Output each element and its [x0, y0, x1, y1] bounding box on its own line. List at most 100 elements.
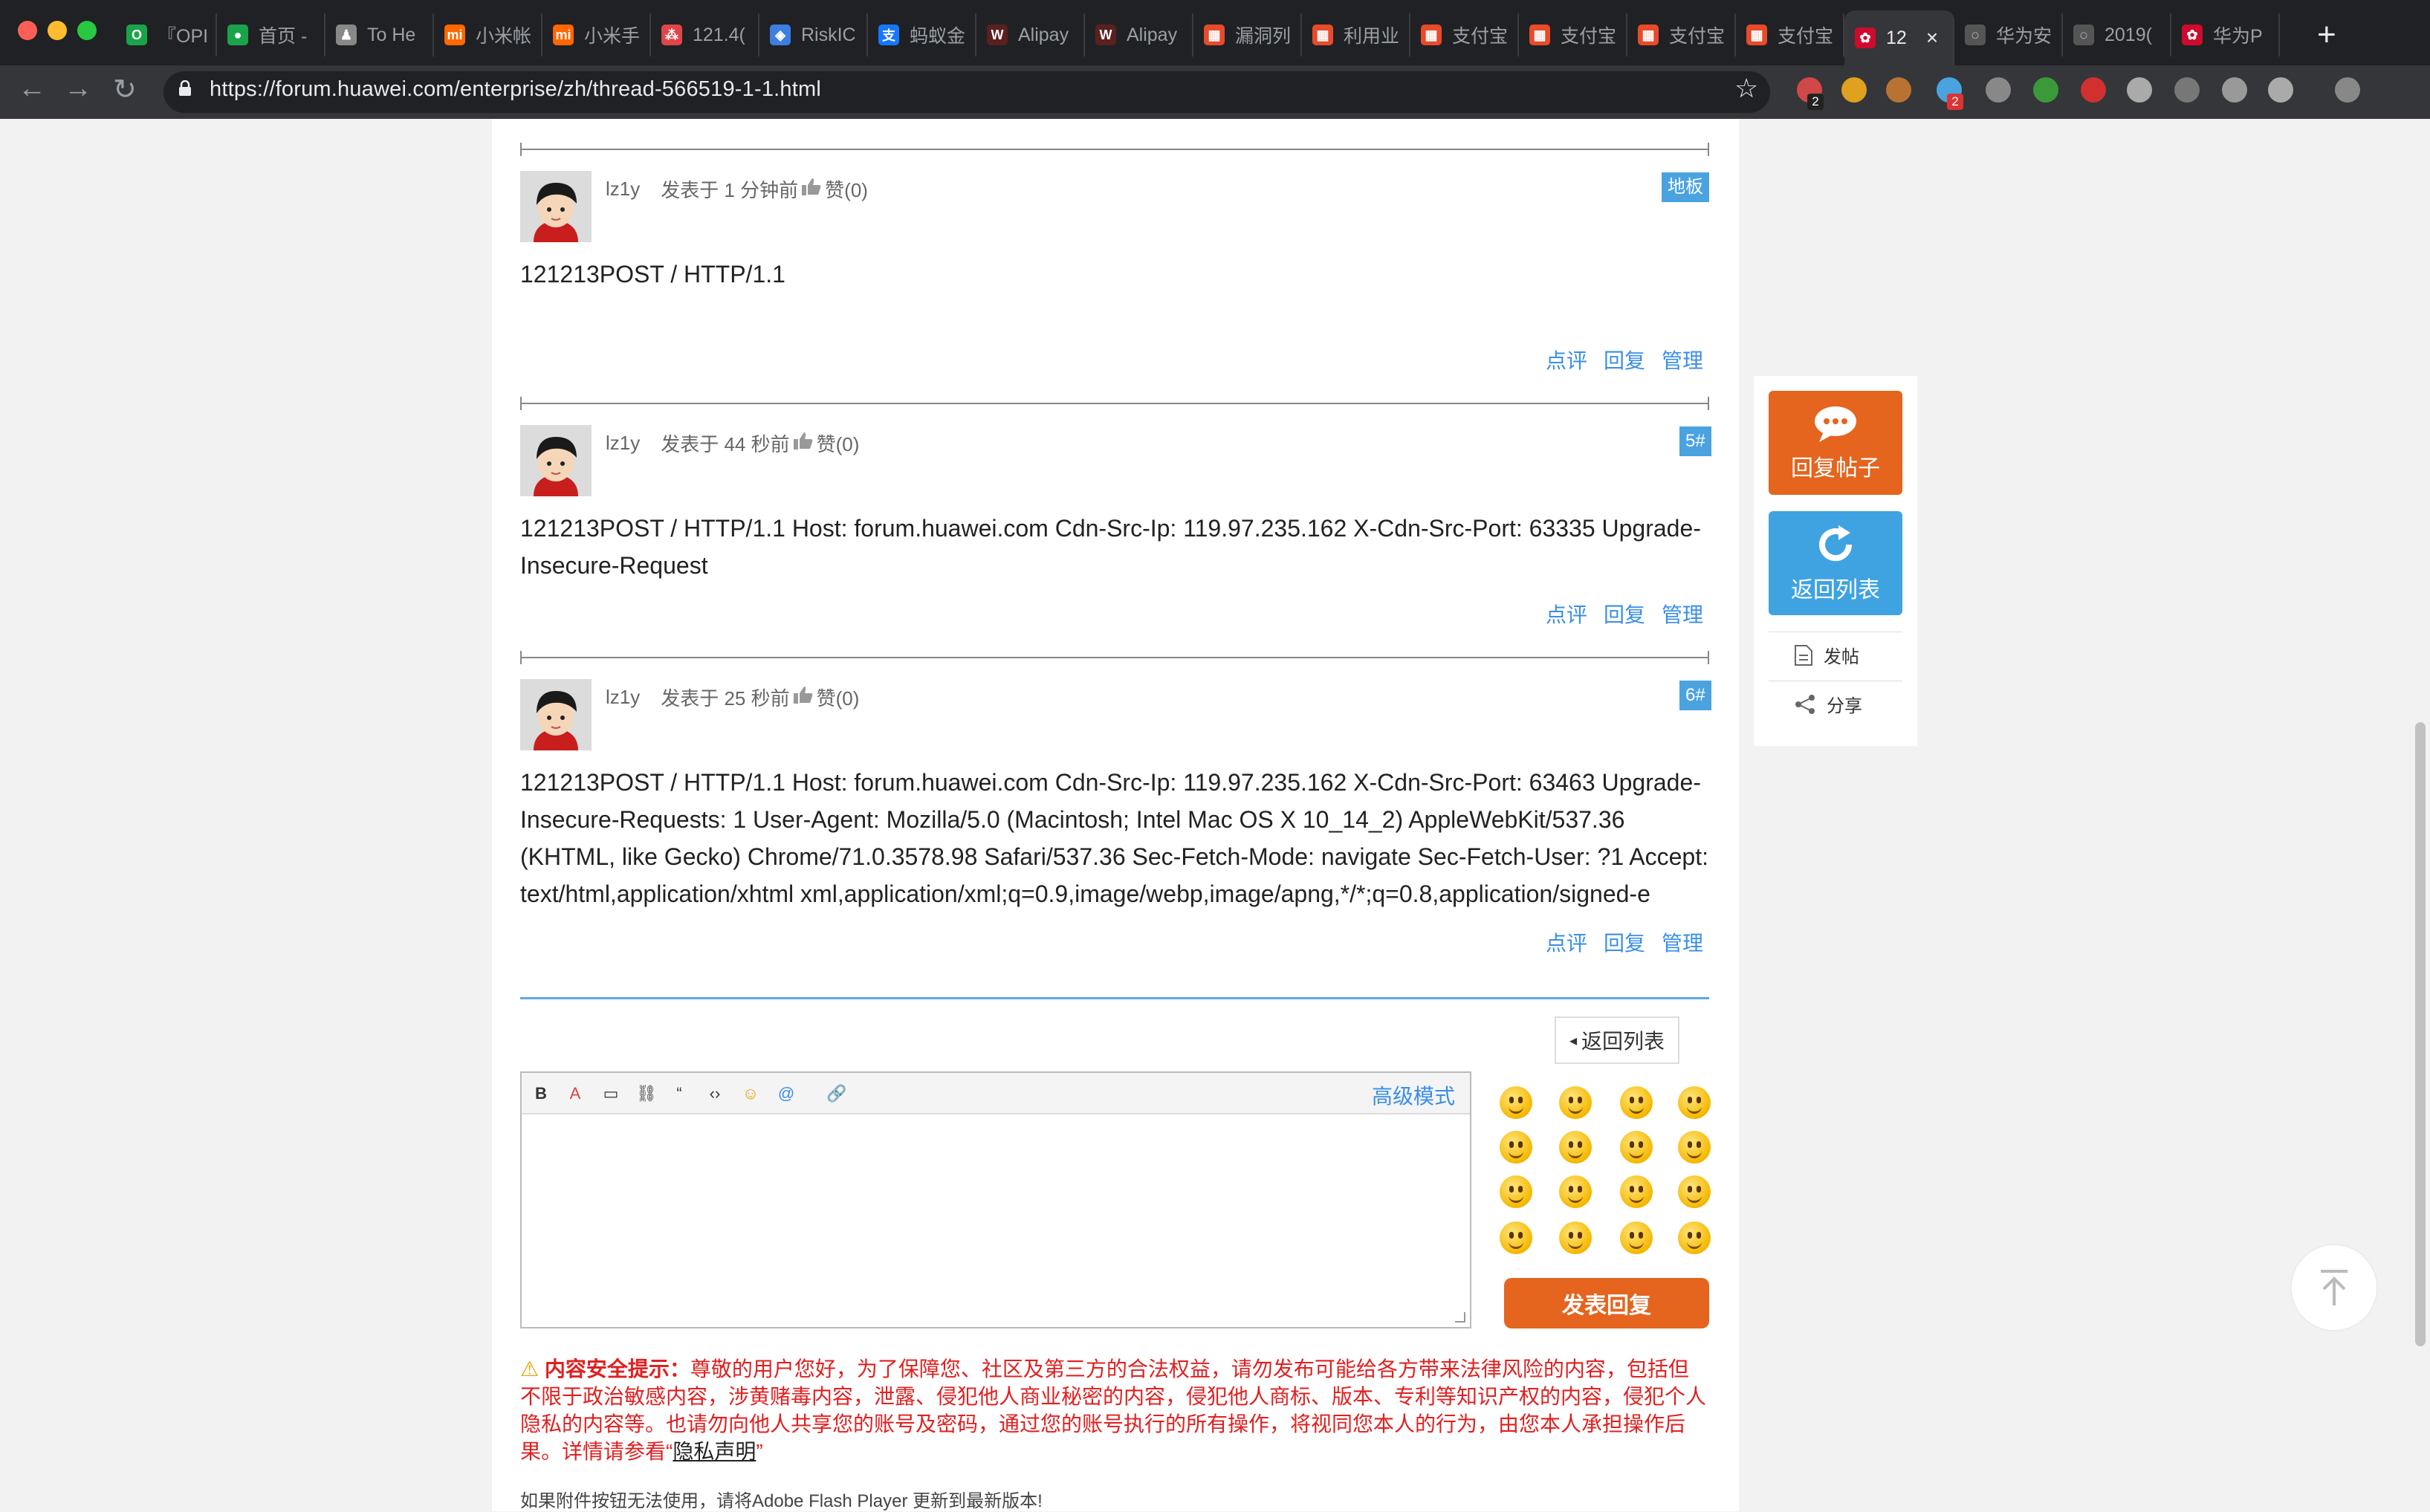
circle-icon[interactable] [2127, 77, 2152, 103]
thumbs-up-icon[interactable] [801, 177, 822, 201]
emoji-icon[interactable] [1678, 1086, 1711, 1119]
avatar[interactable] [520, 679, 592, 750]
search-icon[interactable] [2081, 77, 2106, 103]
tab-close-icon[interactable]: × [1926, 26, 1938, 50]
smiley-icon[interactable]: ☺ [739, 1082, 762, 1106]
browser-tab[interactable]: ◌ 2019( [2063, 13, 2171, 56]
emoji-icon[interactable] [1500, 1086, 1532, 1119]
avatar[interactable] [520, 425, 592, 496]
browser-tab[interactable]: 支蚂蚁金 [868, 13, 976, 56]
emoji-icon[interactable] [1559, 1086, 1592, 1119]
back-to-top-button[interactable] [2290, 1244, 2378, 1331]
return-list-button[interactable]: 返回列表 [1769, 511, 1902, 615]
resize-handle-icon[interactable] [1455, 1312, 1465, 1323]
attachment-icon[interactable]: 🔗 [825, 1082, 849, 1106]
image-icon[interactable]: ▭ [599, 1082, 623, 1106]
emoji-icon[interactable] [1559, 1175, 1592, 1208]
minimize-window-button[interactable] [48, 21, 67, 40]
browser-tab[interactable]: ▦ 支付宝 [1410, 13, 1519, 56]
emoji-icon[interactable] [1678, 1221, 1711, 1254]
browser-tab[interactable]: W Alipay [976, 13, 1085, 56]
browser-tab[interactable]: ▦ 漏洞列 [1193, 13, 1302, 56]
manage-link[interactable]: 管理 [1662, 932, 1703, 955]
mention-icon[interactable]: @ [774, 1082, 798, 1106]
emoji-icon[interactable] [1620, 1131, 1653, 1164]
close-window-button[interactable] [18, 21, 37, 40]
browser-tab[interactable]: ⁂ 121.4( [651, 13, 759, 56]
emoji-icon[interactable] [1620, 1086, 1653, 1119]
url-text[interactable]: https://forum.huawei.com/enterprise/zh/t… [210, 77, 821, 102]
browser-tab[interactable]: mi 小米帐 [434, 13, 542, 56]
username-link[interactable]: lz1y [606, 686, 640, 709]
browser-tab[interactable]: ♟ To He [325, 13, 434, 56]
zoom-window-button[interactable] [77, 21, 97, 40]
glasses-icon[interactable] [2174, 77, 2200, 103]
reply-link[interactable]: 回复 [1604, 603, 1645, 626]
font-color-icon[interactable]: A [563, 1082, 587, 1106]
browser-tab[interactable]: O 『OPI [116, 13, 217, 56]
browser-tab[interactable]: ▦ 利用业 [1302, 13, 1410, 56]
browser-tab[interactable]: ◈ RiskIC [759, 13, 868, 56]
emoji-icon[interactable] [1500, 1175, 1532, 1208]
cookie-icon[interactable] [1886, 77, 1911, 103]
evernote-icon[interactable] [2033, 77, 2058, 103]
post-reply-button[interactable]: 发表回复 [1504, 1278, 1709, 1328]
manage-link[interactable]: 管理 [1662, 349, 1703, 372]
back-arrow-icon[interactable]: ← [18, 73, 46, 105]
advanced-mode-link[interactable]: 高级模式 [1372, 1080, 1455, 1110]
manage-link[interactable]: 管理 [1662, 603, 1703, 626]
share-link[interactable]: 分享 [1794, 691, 1862, 717]
browser-tab[interactable]: ◌ 华为安 [1954, 13, 2063, 56]
emoji-icon[interactable] [1678, 1131, 1711, 1164]
browser-tab[interactable]: W Alipay [1085, 13, 1193, 56]
browser-tab[interactable]: mi 小米手 [542, 13, 651, 56]
username-link[interactable]: lz1y [606, 178, 640, 201]
reload-icon[interactable]: ↻ [113, 73, 137, 106]
gear-icon[interactable] [1986, 77, 2011, 103]
code-icon[interactable]: ‹› [703, 1082, 727, 1106]
text-icon[interactable] [2222, 77, 2247, 103]
username-link[interactable]: lz1y [606, 432, 640, 455]
browser-tab[interactable]: ✿ 12 × [1844, 10, 1954, 65]
emoji-icon[interactable] [1620, 1175, 1653, 1208]
bookmark-star-icon[interactable]: ☆ [1734, 73, 1758, 104]
privacy-statement-link[interactable]: 隐私声明 [673, 1440, 756, 1463]
comment-link[interactable]: 点评 [1546, 603, 1587, 626]
like-count[interactable]: 赞(0) [825, 175, 868, 203]
browser-tab[interactable]: ▦ 支付宝 [1627, 13, 1736, 56]
browser-tab[interactable]: ▦ 支付宝 [1519, 13, 1627, 56]
quote-icon[interactable]: “ [667, 1082, 691, 1106]
browser-tab[interactable]: ● 首页 - [217, 13, 325, 56]
emoji-icon[interactable] [1559, 1131, 1592, 1164]
link-icon[interactable]: ⛓ [635, 1082, 658, 1106]
profile-avatar-icon[interactable] [2335, 77, 2360, 103]
emoji-icon[interactable] [1678, 1175, 1711, 1208]
umbrella-icon[interactable] [2268, 77, 2293, 103]
post-meta: lz1y 发表于 25 秒前 赞(0) [606, 684, 859, 711]
comment-link[interactable]: 点评 [1546, 349, 1587, 372]
emoji-icon[interactable] [1500, 1221, 1532, 1254]
bold-icon[interactable]: B [529, 1082, 553, 1106]
comment-link[interactable]: 点评 [1546, 932, 1587, 955]
share-label: 分享 [1827, 696, 1862, 716]
like-count[interactable]: 赞(0) [817, 684, 860, 711]
new-tab-button[interactable]: + [2317, 16, 2336, 53]
reply-editor[interactable]: B A ▭ ⛓ “ ‹› ☺ @ 🔗 高级模式 [520, 1071, 1471, 1328]
lightbulb-icon[interactable] [1841, 77, 1867, 103]
emoji-icon[interactable] [1500, 1131, 1532, 1164]
scrollbar-thumb[interactable] [2415, 722, 2426, 1346]
forward-arrow-icon[interactable]: → [64, 73, 92, 105]
thumbs-up-icon[interactable] [793, 431, 814, 455]
reply-post-button[interactable]: 回复帖子 [1769, 391, 1902, 495]
browser-tab[interactable]: ▦ 支付宝 [1736, 13, 1844, 56]
like-count[interactable]: 赞(0) [817, 429, 860, 457]
back-to-list-button[interactable]: ◂ 返回列表 [1555, 1016, 1679, 1064]
reply-link[interactable]: 回复 [1604, 349, 1645, 372]
thumbs-up-icon[interactable] [793, 685, 814, 710]
avatar[interactable] [520, 171, 592, 242]
browser-tab[interactable]: ✿ 华为P [2171, 13, 2280, 56]
emoji-icon[interactable] [1620, 1221, 1653, 1254]
emoji-icon[interactable] [1559, 1221, 1592, 1254]
new-post-link[interactable]: 发帖 [1794, 642, 1859, 668]
reply-link[interactable]: 回复 [1604, 932, 1645, 955]
